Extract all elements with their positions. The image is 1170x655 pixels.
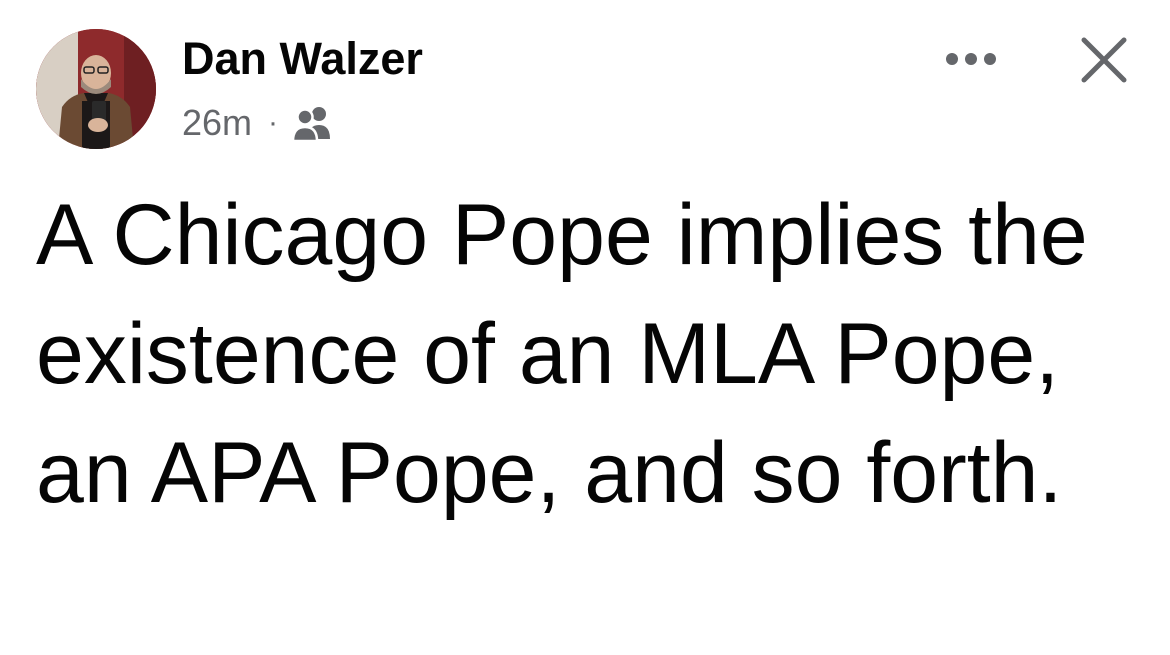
author-avatar[interactable] bbox=[36, 29, 156, 149]
more-options-icon bbox=[946, 53, 996, 65]
post-body-text: A Chicago Pope implies the existence of … bbox=[36, 187, 1088, 521]
author-name[interactable]: Dan Walzer bbox=[182, 34, 423, 84]
close-icon bbox=[1081, 37, 1127, 83]
meta-separator: · bbox=[268, 106, 279, 139]
post-header: Dan Walzer 26m · bbox=[0, 0, 1170, 160]
more-options-button[interactable] bbox=[940, 42, 1002, 76]
friends-icon[interactable] bbox=[292, 105, 334, 141]
post-meta: 26m · bbox=[182, 101, 334, 145]
post-timestamp[interactable]: 26m bbox=[182, 101, 252, 145]
close-button[interactable] bbox=[1076, 32, 1132, 88]
avatar-photo-icon bbox=[36, 29, 156, 149]
